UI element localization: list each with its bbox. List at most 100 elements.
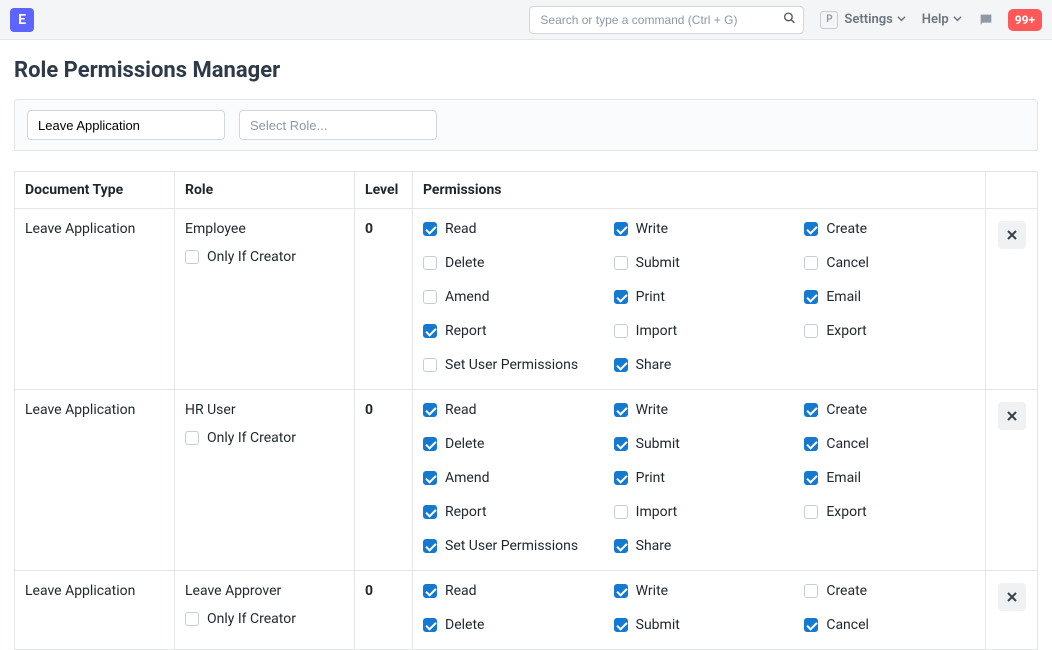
delete-row-button[interactable] — [998, 221, 1026, 249]
only-if-creator-checkbox[interactable] — [185, 250, 199, 264]
perm-email[interactable]: Email — [804, 289, 975, 305]
perm-write-checkbox[interactable] — [614, 584, 628, 598]
perm-create[interactable]: Create — [804, 402, 975, 418]
perm-email-checkbox[interactable] — [804, 290, 818, 304]
perm-write-label: Write — [636, 402, 668, 418]
perm-import[interactable]: Import — [614, 504, 785, 520]
perm-email-checkbox[interactable] — [804, 471, 818, 485]
filter-toolbar — [14, 99, 1038, 151]
perm-export[interactable]: Export — [804, 323, 975, 339]
help-menu[interactable]: Help — [922, 12, 962, 27]
perm-export-checkbox[interactable] — [804, 505, 818, 519]
perm-share-checkbox[interactable] — [614, 358, 628, 372]
perm-read-checkbox[interactable] — [423, 403, 437, 417]
perm-write[interactable]: Write — [614, 221, 785, 237]
settings-menu[interactable]: P Settings — [820, 11, 905, 29]
search-input[interactable] — [529, 6, 804, 34]
perm-cancel-checkbox[interactable] — [804, 256, 818, 270]
permissions-table: Document Type Role Level Permissions Lea… — [14, 171, 1038, 650]
perm-share[interactable]: Share — [614, 538, 785, 554]
perm-submit[interactable]: Submit — [614, 617, 785, 633]
action-cell — [986, 390, 1038, 571]
perm-print[interactable]: Print — [614, 289, 785, 305]
perm-amend-label: Amend — [445, 470, 489, 486]
perm-print-checkbox[interactable] — [614, 471, 628, 485]
perm-delete[interactable]: Delete — [423, 436, 594, 452]
perm-delete[interactable]: Delete — [423, 255, 594, 271]
perm-create-checkbox[interactable] — [804, 584, 818, 598]
perm-set_user_permissions-checkbox[interactable] — [423, 539, 437, 553]
perm-create-checkbox[interactable] — [804, 403, 818, 417]
delete-row-button[interactable] — [998, 402, 1026, 430]
doctype-filter-input[interactable] — [27, 110, 225, 140]
delete-row-button[interactable] — [998, 583, 1026, 611]
only-if-creator[interactable]: Only If Creator — [185, 611, 344, 627]
perm-print[interactable]: Print — [614, 470, 785, 486]
perm-set_user_permissions-checkbox[interactable] — [423, 358, 437, 372]
perm-report-checkbox[interactable] — [423, 324, 437, 338]
perm-write[interactable]: Write — [614, 402, 785, 418]
settings-label: Settings — [844, 12, 892, 27]
perm-cancel[interactable]: Cancel — [804, 436, 975, 452]
perm-write[interactable]: Write — [614, 583, 785, 599]
perm-cancel-checkbox[interactable] — [804, 437, 818, 451]
perm-email[interactable]: Email — [804, 470, 975, 486]
close-icon — [1007, 592, 1017, 602]
perm-create[interactable]: Create — [804, 583, 975, 599]
feedback-icon[interactable] — [978, 12, 994, 28]
permissions-grid: Read Write Create Delete Submit Cancel Amend Pr… — [423, 402, 975, 554]
perm-import-checkbox[interactable] — [614, 324, 628, 338]
perm-submit[interactable]: Submit — [614, 255, 785, 271]
perm-print-label: Print — [636, 470, 665, 486]
only-if-creator-checkbox[interactable] — [185, 431, 199, 445]
only-if-creator[interactable]: Only If Creator — [185, 430, 344, 446]
perm-submit-checkbox[interactable] — [614, 256, 628, 270]
perm-submit-checkbox[interactable] — [614, 618, 628, 632]
perm-delete-checkbox[interactable] — [423, 437, 437, 451]
perm-share[interactable]: Share — [614, 357, 785, 373]
perm-delete-checkbox[interactable] — [423, 618, 437, 632]
perm-amend-checkbox[interactable] — [423, 471, 437, 485]
perm-amend-checkbox[interactable] — [423, 290, 437, 304]
perm-import[interactable]: Import — [614, 323, 785, 339]
perm-write-checkbox[interactable] — [614, 222, 628, 236]
perm-read-label: Read — [445, 402, 477, 418]
notification-badge[interactable]: 99+ — [1008, 9, 1042, 31]
perm-read-checkbox[interactable] — [423, 584, 437, 598]
perm-write-checkbox[interactable] — [614, 403, 628, 417]
perm-read-label: Read — [445, 583, 477, 599]
perm-submit-checkbox[interactable] — [614, 437, 628, 451]
only-if-creator[interactable]: Only If Creator — [185, 249, 344, 265]
perm-import-checkbox[interactable] — [614, 505, 628, 519]
perm-set_user_permissions[interactable]: Set User Permissions — [423, 357, 594, 373]
perm-set_user_permissions[interactable]: Set User Permissions — [423, 538, 594, 554]
perm-submit[interactable]: Submit — [614, 436, 785, 452]
only-if-creator-label: Only If Creator — [207, 611, 296, 627]
perm-cancel[interactable]: Cancel — [804, 255, 975, 271]
perm-read[interactable]: Read — [423, 221, 594, 237]
table-row: Leave ApplicationEmployeeOnly If Creator… — [15, 209, 1038, 390]
perm-amend[interactable]: Amend — [423, 289, 594, 305]
perm-report[interactable]: Report — [423, 323, 594, 339]
perm-delete-checkbox[interactable] — [423, 256, 437, 270]
perm-cancel[interactable]: Cancel — [804, 617, 975, 633]
only-if-creator-checkbox[interactable] — [185, 612, 199, 626]
perm-report-checkbox[interactable] — [423, 505, 437, 519]
perm-read-checkbox[interactable] — [423, 222, 437, 236]
perm-amend[interactable]: Amend — [423, 470, 594, 486]
perm-create-checkbox[interactable] — [804, 222, 818, 236]
perm-export[interactable]: Export — [804, 504, 975, 520]
role-filter-input[interactable] — [239, 110, 437, 140]
perm-report[interactable]: Report — [423, 504, 594, 520]
perm-cancel-checkbox[interactable] — [804, 618, 818, 632]
perm-share-checkbox[interactable] — [614, 539, 628, 553]
app-logo[interactable]: E — [10, 8, 34, 32]
perm-export-checkbox[interactable] — [804, 324, 818, 338]
col-actions — [986, 172, 1038, 209]
perm-create[interactable]: Create — [804, 221, 975, 237]
perm-delete[interactable]: Delete — [423, 617, 594, 633]
perm-print-checkbox[interactable] — [614, 290, 628, 304]
perm-read[interactable]: Read — [423, 583, 594, 599]
perm-read[interactable]: Read — [423, 402, 594, 418]
perm-set_user_permissions-label: Set User Permissions — [445, 538, 578, 554]
